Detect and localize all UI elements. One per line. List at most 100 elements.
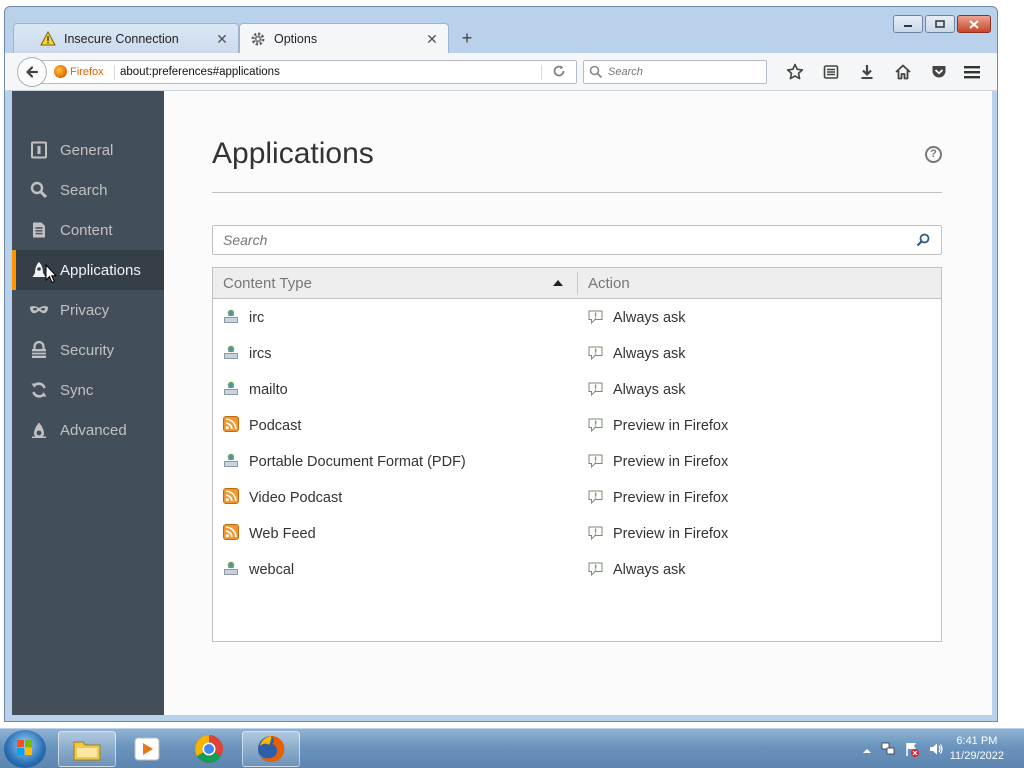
action-label[interactable]: Preview in Firefox — [613, 418, 728, 434]
taskbar-explorer[interactable] — [58, 731, 116, 767]
table-row[interactable]: webcal Always ask — [213, 552, 941, 588]
action-icon — [588, 562, 603, 577]
tab-close-icon[interactable]: ✕ — [424, 31, 440, 47]
sidebar-item-security[interactable]: Security — [12, 330, 164, 370]
search-bar[interactable] — [583, 60, 767, 84]
preferences-page: General Search Content Applications Priv… — [12, 91, 992, 715]
taskbar-firefox[interactable] — [242, 731, 300, 767]
url-text: about:preferences#applications — [120, 66, 280, 78]
tab-close-icon[interactable]: ✕ — [214, 31, 230, 47]
sync-icon — [28, 379, 50, 401]
show-hidden-icons-icon[interactable] — [862, 743, 872, 761]
system-tray — [862, 741, 944, 762]
site-identity[interactable]: Firefox — [54, 65, 104, 78]
table-row[interactable]: Podcast Preview in Firefox — [213, 408, 941, 444]
action-center-icon[interactable] — [904, 741, 920, 762]
taskbar-media-player[interactable] — [118, 731, 176, 767]
pocket-icon[interactable] — [921, 61, 957, 83]
column-divider[interactable] — [577, 272, 578, 294]
sidebar-item-advanced[interactable]: Advanced — [12, 410, 164, 450]
volume-icon[interactable] — [928, 741, 944, 762]
content-type-label: Portable Document Format (PDF) — [249, 454, 466, 470]
feed-icon — [223, 524, 239, 540]
divider — [541, 65, 542, 80]
taskbar-chrome[interactable] — [180, 731, 238, 767]
action-icon — [588, 490, 603, 505]
content-type-label: Podcast — [249, 418, 302, 434]
feed-icon — [223, 488, 239, 504]
action-label[interactable]: Always ask — [613, 382, 686, 398]
action-label[interactable]: Preview in Firefox — [613, 454, 728, 470]
sidebar-item-label: Search — [60, 181, 108, 199]
action-icon — [588, 454, 603, 469]
content-icon — [28, 219, 50, 241]
hamburger-menu-icon[interactable] — [959, 61, 985, 83]
network-icon[interactable] — [880, 741, 896, 762]
folder-icon — [73, 741, 101, 761]
column-header-action[interactable]: Action — [588, 275, 630, 292]
minimize-button[interactable] — [893, 15, 923, 33]
action-label[interactable]: Always ask — [613, 562, 686, 578]
filter-input[interactable] — [223, 232, 903, 248]
filter-box[interactable] — [212, 225, 942, 255]
application-icon — [223, 344, 239, 360]
mouse-pointer-icon — [45, 264, 57, 284]
help-icon[interactable]: ? — [925, 146, 942, 163]
sidebar-item-applications[interactable]: Applications — [12, 250, 164, 290]
navigation-toolbar: Firefox about:preferences#applications — [5, 53, 997, 91]
table-row[interactable]: ircs Always ask — [213, 336, 941, 372]
back-button[interactable] — [17, 57, 47, 87]
sidebar-item-privacy[interactable]: Privacy — [12, 290, 164, 330]
sidebar-item-label: Sync — [60, 381, 94, 399]
tab-label: Options — [274, 31, 318, 46]
firefox-logo-icon — [54, 65, 67, 78]
tab-insecure-connection[interactable]: Insecure Connection ✕ — [13, 23, 239, 53]
reload-icon[interactable] — [550, 64, 568, 82]
sidebar-item-general[interactable]: General — [12, 130, 164, 170]
column-header-content-type[interactable]: Content Type — [223, 275, 312, 292]
sort-ascending-icon — [553, 280, 563, 286]
action-label[interactable]: Always ask — [613, 310, 686, 326]
bookmarks-menu-icon[interactable] — [813, 61, 849, 83]
maximize-button[interactable] — [925, 15, 955, 33]
divider — [114, 65, 115, 80]
downloads-icon[interactable] — [849, 61, 885, 83]
magnifier-icon — [915, 232, 931, 248]
warning-icon — [40, 30, 56, 47]
sidebar-item-sync[interactable]: Sync — [12, 370, 164, 410]
windows-logo-icon — [17, 740, 32, 755]
action-label[interactable]: Preview in Firefox — [613, 526, 728, 542]
browser-window: Insecure Connection ✕ Options ✕ + Firefo… — [4, 6, 998, 722]
home-icon[interactable] — [885, 61, 921, 83]
table-header: Content Type Action — [213, 268, 941, 299]
action-icon — [588, 418, 603, 433]
new-tab-button[interactable]: + — [455, 27, 479, 49]
tab-label: Insecure Connection — [64, 31, 179, 46]
close-window-button[interactable] — [957, 15, 991, 33]
tab-options[interactable]: Options ✕ — [239, 23, 449, 53]
url-bar[interactable]: Firefox about:preferences#applications — [33, 60, 577, 84]
search-input[interactable] — [608, 66, 758, 78]
sidebar-item-search[interactable]: Search — [12, 170, 164, 210]
application-icon — [223, 380, 239, 396]
sidebar-item-content[interactable]: Content — [12, 210, 164, 250]
firefox-icon — [258, 735, 285, 762]
feed-icon — [223, 416, 239, 432]
sidebar-item-label: Content — [60, 221, 113, 239]
system-clock[interactable]: 6:41 PM 11/29/2022 — [950, 734, 1004, 764]
table-row[interactable]: Portable Document Format (PDF) Preview in… — [213, 444, 941, 480]
chrome-icon — [195, 735, 223, 763]
table-row[interactable]: irc Always ask — [213, 300, 941, 336]
start-button[interactable] — [4, 730, 46, 768]
action-label[interactable]: Always ask — [613, 346, 686, 362]
security-lock-icon — [28, 339, 50, 361]
action-label[interactable]: Preview in Firefox — [613, 490, 728, 506]
table-row[interactable]: Web Feed Preview in Firefox — [213, 516, 941, 552]
table-row[interactable]: mailto Always ask — [213, 372, 941, 408]
back-arrow-icon — [26, 66, 39, 78]
action-icon — [588, 526, 603, 541]
bookmark-star-icon[interactable] — [777, 61, 813, 83]
table-row[interactable]: Video Podcast Preview in Firefox — [213, 480, 941, 516]
sidebar-item-label: Security — [60, 341, 115, 359]
sidebar-item-label: General — [60, 141, 114, 159]
